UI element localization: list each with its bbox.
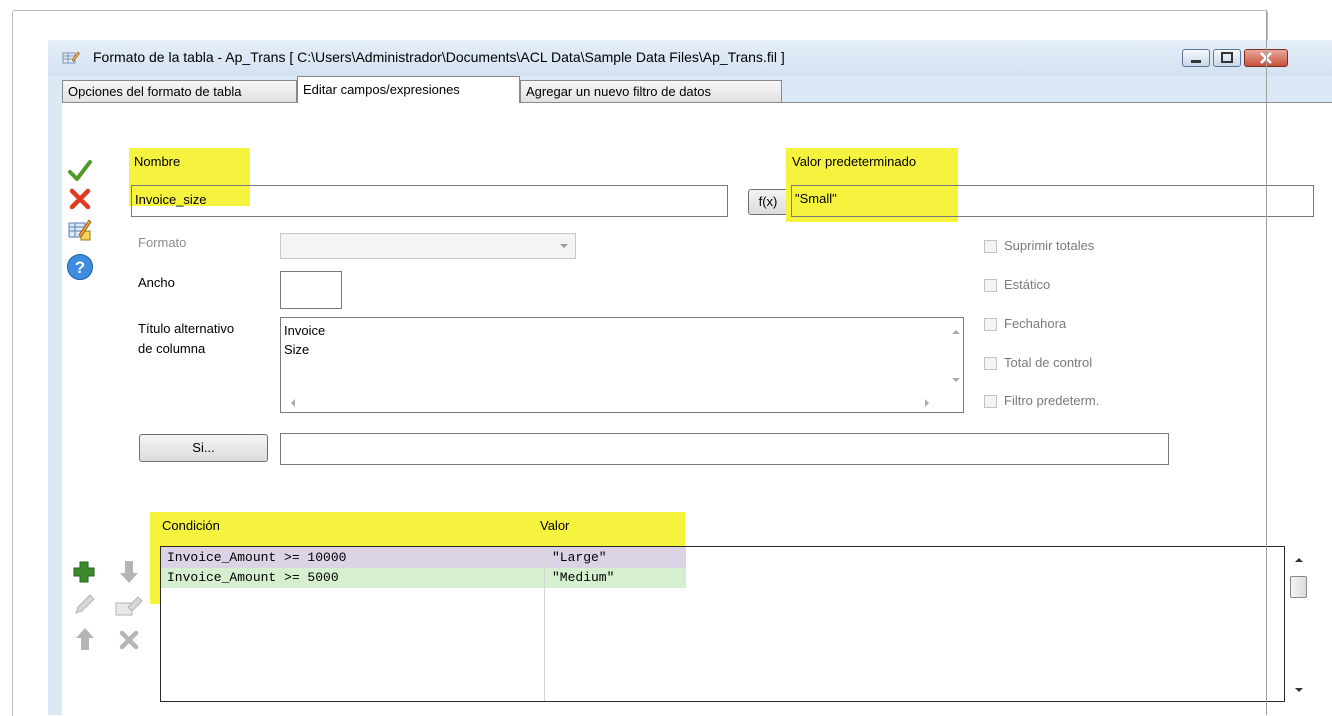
chevron-down-icon	[560, 244, 568, 248]
scroll-up-icon[interactable]	[1294, 556, 1304, 564]
scroll-left-icon[interactable]	[289, 398, 297, 408]
minimize-button[interactable]	[1182, 49, 1210, 67]
move-up-icon[interactable]	[74, 626, 96, 652]
column-divider	[544, 547, 545, 701]
row-value: "Large"	[552, 550, 607, 565]
checkbox[interactable]	[984, 240, 997, 253]
move-down-icon[interactable]	[118, 559, 140, 585]
window-title: Formato de la tabla - Ap_Trans [ C:\User…	[93, 49, 785, 65]
tab-label: Editar campos/expresiones	[303, 82, 460, 97]
delete-icon[interactable]	[118, 629, 140, 651]
row-condition: Invoice_Amount >= 10000	[167, 550, 347, 565]
tab-agregar-filtro[interactable]: Agregar un nuevo filtro de datos	[520, 80, 782, 102]
conditions-list[interactable]: Invoice_Amount >= 10000 "Large" Invoice_…	[160, 546, 1285, 702]
minimize-icon	[1191, 60, 1201, 63]
si-button[interactable]: Si...	[139, 434, 268, 462]
col-condition-header: Condición	[162, 518, 220, 533]
scroll-thumb[interactable]	[1290, 576, 1307, 598]
tab-editar-campos[interactable]: Editar campos/expresiones	[297, 76, 520, 103]
checkbox-label: Estático	[1004, 277, 1051, 292]
table-row[interactable]: Invoice_Amount >= 10000 "Large"	[161, 547, 686, 568]
checkbox-label: Filtro predeterm.	[1004, 393, 1100, 408]
formato-select[interactable]	[280, 233, 576, 259]
tab-label: Agregar un nuevo filtro de datos	[526, 84, 712, 99]
edit-fields-panel: ? Nombre Invoice_size f(x) Valor predete…	[62, 102, 1332, 716]
tab-label: Opciones del formato de tabla	[68, 84, 242, 99]
table-edit-icon	[62, 51, 80, 64]
checkbox[interactable]	[984, 357, 997, 370]
ancho-input[interactable]	[280, 271, 342, 309]
si-condition-input[interactable]	[280, 433, 1169, 465]
tab-opciones-formato[interactable]: Opciones del formato de tabla	[62, 80, 297, 102]
nombre-label: Nombre	[134, 154, 181, 169]
ancho-label: Ancho	[138, 275, 175, 290]
checkbox[interactable]	[984, 279, 997, 292]
nombre-input[interactable]: Invoice_size	[131, 185, 728, 217]
checkbox-label: Fechahora	[1004, 316, 1067, 331]
alt-title-label-line2: de columna	[138, 341, 206, 356]
default-value-input[interactable]: "Small"	[791, 185, 1314, 217]
checkbox-label: Total de control	[1004, 355, 1093, 370]
maximize-button[interactable]	[1213, 49, 1241, 67]
edit-pencil-icon[interactable]	[72, 593, 96, 617]
default-value-label: Valor predeterminado	[792, 154, 917, 169]
formato-label: Formato	[138, 235, 187, 250]
alt-title-label-line1: Título alternativo	[138, 321, 235, 336]
copy-edit-icon[interactable]	[114, 593, 144, 617]
svg-text:?: ?	[75, 258, 85, 277]
row-condition: Invoice_Amount >= 5000	[167, 570, 339, 585]
dialog-window: Formato de la tabla - Ap_Trans [ C:\User…	[48, 40, 1332, 716]
alt-title-textarea[interactable]: Invoice Size	[280, 317, 964, 413]
help-icon[interactable]: ?	[66, 253, 94, 281]
edit-table-icon[interactable]	[67, 217, 93, 243]
add-condition-icon[interactable]	[72, 560, 96, 584]
scroll-right-icon[interactable]	[923, 398, 931, 408]
cancel-x-icon[interactable]	[68, 187, 92, 211]
conditions-scrollbar[interactable]	[1288, 546, 1310, 702]
alt-title-line: Invoice	[284, 323, 326, 338]
maximize-icon	[1221, 52, 1233, 63]
checkbox[interactable]	[984, 395, 997, 408]
alt-title-line: Size	[284, 342, 310, 357]
scroll-up-icon[interactable]	[951, 328, 961, 336]
checkbox-label: Suprimir totales	[1004, 238, 1095, 253]
scroll-down-icon[interactable]	[951, 376, 961, 384]
fx-button[interactable]: f(x)	[748, 189, 788, 215]
row-value: "Medium"	[552, 570, 615, 585]
title-bar: Formato de la tabla - Ap_Trans [ C:\User…	[48, 40, 1332, 76]
window-edge-line	[1266, 10, 1267, 715]
scroll-down-icon[interactable]	[1294, 686, 1304, 694]
accept-check-icon[interactable]	[67, 158, 93, 184]
checkbox[interactable]	[984, 318, 997, 331]
col-value-header: Valor	[540, 518, 570, 533]
table-row[interactable]: Invoice_Amount >= 5000 "Medium"	[161, 568, 686, 588]
